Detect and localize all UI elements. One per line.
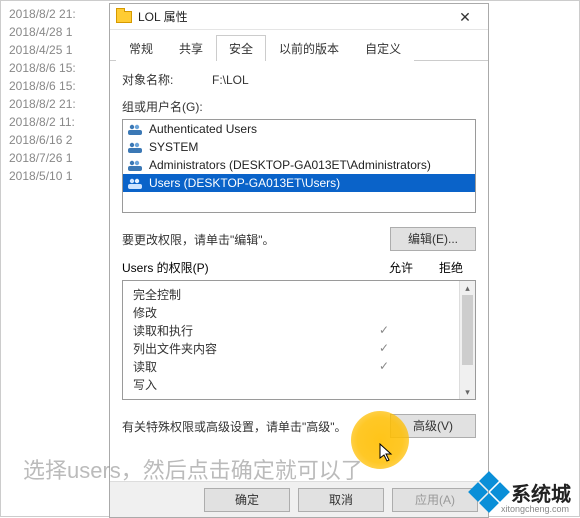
- cancel-button[interactable]: 取消: [298, 488, 384, 512]
- scroll-down-icon[interactable]: ▾: [460, 385, 475, 399]
- dialog-content: 对象名称: F:\LOL 组或用户名(G): Authenticated Use…: [110, 61, 488, 448]
- check-icon: ✓: [359, 359, 409, 373]
- users-icon: [127, 177, 143, 189]
- perm-read-execute: 读取和执行 ✓: [133, 321, 459, 339]
- watermark-logo: 系统城 xitongcheng.com: [471, 474, 571, 510]
- apply-button[interactable]: 应用(A): [392, 488, 478, 512]
- permissions-list[interactable]: 完全控制 修改 读取和执行 ✓ 列出文件夹内容 ✓: [122, 280, 476, 400]
- tab-strip: 常规 共享 安全 以前的版本 自定义: [110, 30, 488, 61]
- users-icon: [127, 123, 143, 135]
- dialog-button-bar: 确定 取消 应用(A): [110, 481, 488, 517]
- object-name-value: F:\LOL: [212, 73, 249, 87]
- perm-list-folder: 列出文件夹内容 ✓: [133, 339, 459, 357]
- scroll-up-icon[interactable]: ▴: [460, 281, 475, 295]
- tab-customize[interactable]: 自定义: [352, 35, 414, 61]
- tab-general[interactable]: 常规: [116, 35, 166, 61]
- advanced-button[interactable]: 高级(V): [390, 414, 476, 438]
- scrollbar[interactable]: ▴ ▾: [459, 281, 475, 399]
- group-list[interactable]: Authenticated Users SYSTEM Administrator…: [122, 119, 476, 213]
- group-or-users-label: 组或用户名(G):: [122, 98, 476, 115]
- folder-icon: [116, 11, 132, 23]
- properties-dialog: LOL 属性 ✕ 常规 共享 安全 以前的版本 自定义 对象名称: F:\LOL…: [109, 3, 489, 518]
- group-item-users[interactable]: Users (DESKTOP-GA013ET\Users): [123, 174, 475, 192]
- group-item-label: Administrators (DESKTOP-GA013ET\Administ…: [149, 158, 431, 172]
- group-item-label: SYSTEM: [149, 140, 198, 154]
- users-icon: [127, 159, 143, 171]
- tab-previous-versions[interactable]: 以前的版本: [266, 35, 352, 61]
- permissions-label: Users 的权限(P): [122, 259, 376, 276]
- permissions-allow-header: 允许: [376, 259, 426, 276]
- logo-url: xitongcheng.com: [501, 504, 569, 514]
- check-icon: ✓: [359, 341, 409, 355]
- perm-full-control: 完全控制: [133, 285, 459, 303]
- edit-hint: 要更改权限，请单击"编辑"。: [122, 231, 390, 248]
- tab-sharing[interactable]: 共享: [166, 35, 216, 61]
- users-icon: [127, 141, 143, 153]
- titlebar[interactable]: LOL 属性 ✕: [110, 4, 488, 30]
- dialog-title: LOL 属性: [138, 8, 448, 25]
- tab-security[interactable]: 安全: [216, 35, 266, 61]
- group-item-authenticated-users[interactable]: Authenticated Users: [123, 120, 475, 138]
- permissions-deny-header: 拒绝: [426, 259, 476, 276]
- group-item-system[interactable]: SYSTEM: [123, 138, 475, 156]
- ok-button[interactable]: 确定: [204, 488, 290, 512]
- advanced-hint: 有关特殊权限或高级设置，请单击"高级"。: [122, 418, 390, 435]
- perm-read: 读取 ✓: [133, 357, 459, 375]
- edit-button[interactable]: 编辑(E)...: [390, 227, 476, 251]
- object-name-label: 对象名称:: [122, 71, 212, 88]
- scroll-thumb[interactable]: [462, 295, 473, 365]
- close-button[interactable]: ✕: [448, 7, 482, 27]
- group-item-label: Authenticated Users: [149, 122, 257, 136]
- group-item-label: Users (DESKTOP-GA013ET\Users): [149, 176, 340, 190]
- logo-text: 系统城: [511, 484, 571, 506]
- check-icon: ✓: [359, 323, 409, 337]
- perm-modify: 修改: [133, 303, 459, 321]
- group-item-administrators[interactable]: Administrators (DESKTOP-GA013ET\Administ…: [123, 156, 475, 174]
- perm-write: 写入: [133, 375, 459, 393]
